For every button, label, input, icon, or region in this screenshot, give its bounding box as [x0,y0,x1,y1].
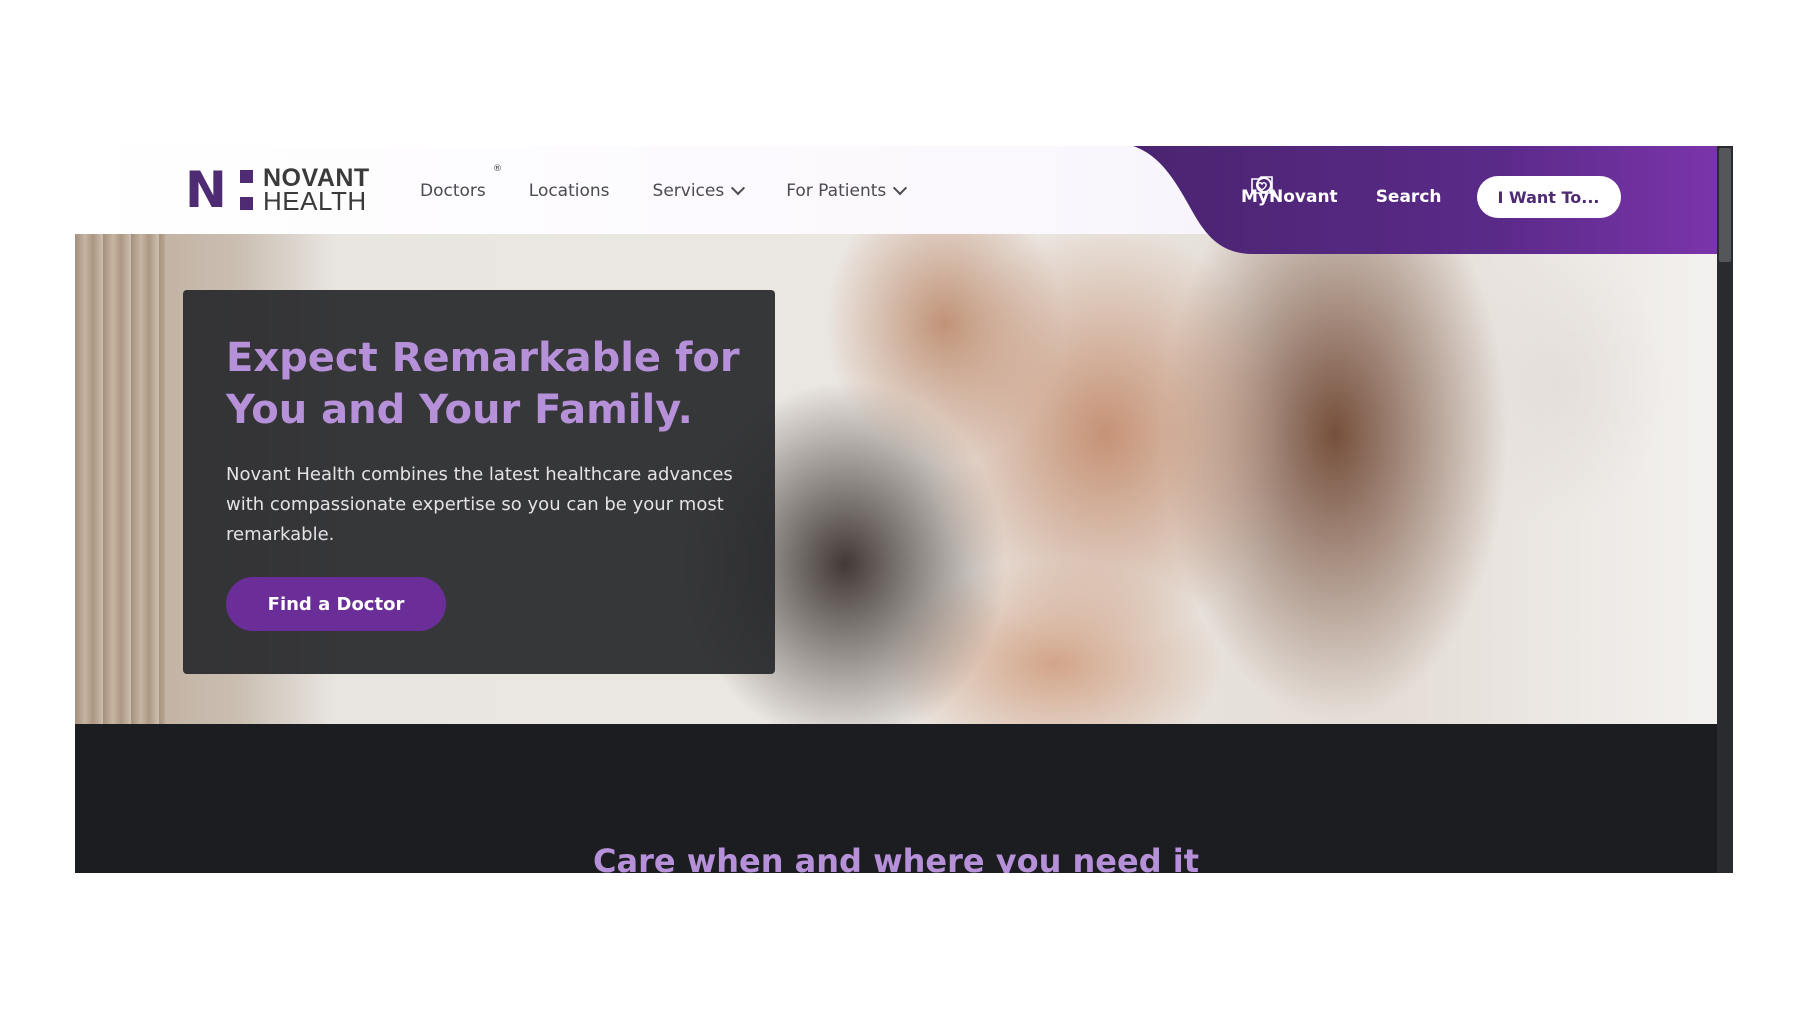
nav-item-services[interactable]: Services [652,174,746,208]
chevron-down-icon [731,181,746,196]
search-link[interactable]: Search [1256,177,1442,207]
search-icon [1256,177,1277,198]
hero-card: Expect Remarkable for You and Your Famil… [183,290,775,674]
nav-item-label: Locations [528,181,610,201]
logo-line-2: HEALTH [263,186,367,216]
care-section-heading: Care when and where you need it [592,841,1200,873]
find-a-doctor-button[interactable]: Find a Doctor [226,577,446,631]
nav-item-doctors[interactable]: Doctors [420,174,486,208]
novant-health-logo[interactable]: N NOVANT HEALTH ® [185,161,502,219]
curtain-decoration [75,234,165,724]
logo-wordmark: NOVANT HEALTH [263,166,370,216]
logo-n-letter: N [185,161,227,219]
scrollbar-thumb[interactable] [1719,148,1731,262]
hero-title: Expect Remarkable for You and Your Famil… [226,335,740,433]
scrollbar[interactable] [1717,146,1733,873]
nav-item-label: For Patients [786,181,887,201]
logo-mark-icon: N [185,161,257,219]
search-label: Search [1375,187,1442,207]
nav-item-for-patients[interactable]: For Patients [786,174,908,208]
hero-description: Novant Health combines the latest health… [226,464,733,545]
i-want-to-button[interactable]: I Want To... [1476,176,1621,218]
nav-item-label: Services [652,181,725,201]
main-nav: Doctors Locations Services For Patients [420,174,948,208]
utility-bar: MyNovant Search I Want To... [1133,146,1733,254]
nav-item-label: Doctors [420,181,486,201]
nav-item-locations[interactable]: Locations [529,174,610,208]
chevron-down-icon [893,181,908,196]
registered-mark: ® [493,164,502,174]
browser-viewport: N NOVANT HEALTH ® Doctors Locations Serv… [75,146,1733,873]
hero-wave-divider [75,724,1717,794]
